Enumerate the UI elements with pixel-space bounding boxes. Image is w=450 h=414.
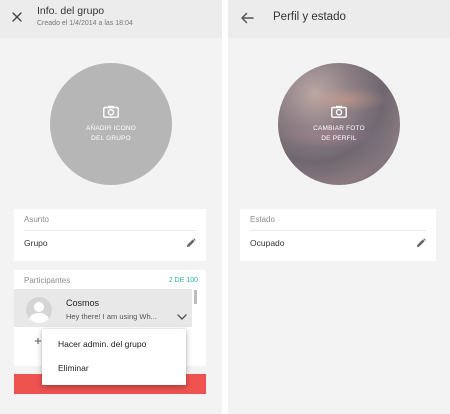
participant-status: Hey there! I am using Wh... (66, 312, 157, 321)
page-title: Info. del grupo (37, 5, 105, 17)
divider (24, 230, 196, 231)
subject-card: Asunto Grupo (14, 209, 206, 261)
status-value: Ocupado (250, 238, 285, 248)
status-card: Estado Ocupado (240, 209, 436, 261)
change-photo-label: CAMBIAR FOTO DE PERFIL (313, 124, 365, 144)
chevron-down-icon[interactable] (177, 314, 187, 320)
profile-photo-picker[interactable]: CAMBIAR FOTO DE PERFIL (278, 63, 400, 185)
change-photo-label-line1: CAMBIAR FOTO (313, 124, 365, 132)
group-icon-picker[interactable]: AÑADIR ICONO DEL GRUPO (50, 63, 172, 185)
status-label: Estado (250, 215, 275, 224)
close-icon[interactable] (10, 10, 24, 24)
subject-value: Grupo (24, 238, 48, 248)
page-subtitle: Creado el 1/4/2014 a las 18:04 (37, 20, 133, 27)
add-group-icon-label-line2: DEL GRUPO (91, 134, 131, 142)
avatar (26, 297, 52, 323)
add-group-icon-label-line1: AÑADIR ICONO (85, 124, 137, 132)
scrollbar[interactable] (194, 290, 197, 304)
participants-label: Participantes (24, 276, 71, 285)
participant-row[interactable]: Cosmos Hey there! I am using Wh... (14, 289, 192, 327)
camera-icon (103, 105, 119, 118)
pencil-icon[interactable] (186, 238, 196, 248)
participant-name: Cosmos (66, 298, 100, 308)
back-arrow-icon[interactable] (240, 11, 254, 25)
change-photo-label-line2: DE PERFIL (321, 134, 357, 142)
make-admin-menu-item[interactable]: Hacer admin. del grupo (58, 339, 146, 349)
add-group-icon-label: AÑADIR ICONO DEL GRUPO (86, 124, 136, 144)
add-person-icon[interactable] (34, 337, 42, 347)
page-title: Perfil y estado (273, 11, 346, 23)
subject-label: Asunto (24, 215, 49, 224)
participants-count: 2 DE 100 (168, 277, 198, 284)
pencil-icon[interactable] (416, 238, 426, 248)
remove-menu-item[interactable]: Eliminar (58, 363, 89, 373)
profile-status-screen: Perfil y estado CAMBIAR FOTO DE PERFIL E… (228, 0, 450, 414)
app-bar: Perfil y estado (228, 0, 450, 38)
divider (250, 230, 426, 231)
participant-context-menu: Hacer admin. del grupo Eliminar (42, 329, 186, 385)
camera-icon (331, 105, 347, 118)
app-bar: Info. del grupo Creado el 1/4/2014 a las… (0, 0, 222, 38)
group-info-screen: Info. del grupo Creado el 1/4/2014 a las… (0, 0, 222, 414)
